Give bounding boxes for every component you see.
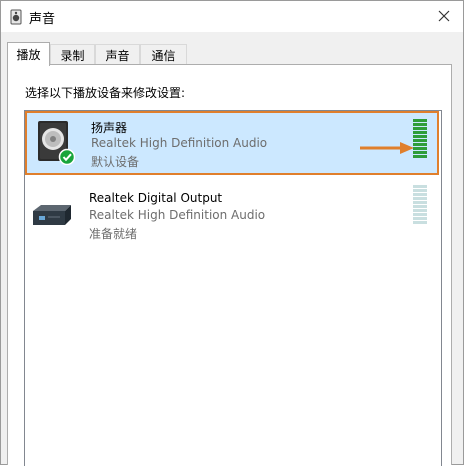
meter-segment — [413, 205, 427, 208]
meter-segment — [413, 217, 427, 220]
meter-segment — [413, 131, 427, 134]
tab-sounds[interactable]: 声音 — [95, 44, 140, 65]
meter-segment — [413, 193, 427, 196]
window-title: 声音 — [29, 12, 56, 27]
volume-meter — [413, 119, 427, 159]
device-item-digital-output[interactable]: Realtek Digital Output Realtek High Defi… — [25, 183, 439, 247]
meter-segment — [413, 135, 427, 138]
instruction-text: 选择以下播放设备来修改设置: — [25, 86, 186, 100]
volume-meter — [413, 185, 427, 225]
device-status: 准备就绪 — [89, 227, 138, 241]
device-driver: Realtek High Definition Audio — [89, 208, 266, 222]
tab-recording[interactable]: 录制 — [50, 44, 95, 65]
sound-dialog: 声音 播放 录制 声音 通信 选择以下播放设备来修改设置: 扬声器 Realte… — [0, 0, 464, 466]
digital-output-icon — [33, 205, 71, 225]
speaker-app-icon — [10, 9, 22, 25]
meter-segment — [413, 189, 427, 192]
device-name: 扬声器 — [91, 121, 128, 135]
close-button[interactable] — [431, 4, 457, 28]
meter-segment — [413, 209, 427, 212]
meter-segment — [413, 143, 427, 146]
tab-playback[interactable]: 播放 — [7, 42, 50, 66]
meter-segment — [413, 127, 427, 130]
tab-communications[interactable]: 通信 — [140, 44, 187, 65]
device-driver: Realtek High Definition Audio — [91, 136, 268, 150]
orange-arrow-icon — [360, 142, 414, 154]
meter-segment — [413, 123, 427, 126]
speaker-icon — [38, 121, 75, 165]
meter-segment — [413, 155, 427, 158]
device-list[interactable]: 扬声器 Realtek High Definition Audio 默认设备 R… — [24, 110, 442, 466]
device-item-speakers[interactable]: 扬声器 Realtek High Definition Audio 默认设备 — [25, 111, 439, 175]
title-bar: 声音 — [1, 1, 463, 32]
meter-segment — [413, 151, 427, 154]
meter-segment — [413, 185, 427, 188]
meter-segment — [413, 147, 427, 150]
playback-panel: 选择以下播放设备来修改设置: 扬声器 Realtek High Definiti… — [7, 64, 452, 466]
meter-segment — [413, 139, 427, 142]
meter-segment — [413, 197, 427, 200]
device-name: Realtek Digital Output — [89, 191, 223, 205]
device-status: 默认设备 — [91, 155, 140, 169]
meter-segment — [413, 213, 427, 216]
meter-segment — [413, 119, 427, 122]
close-icon — [438, 10, 450, 22]
meter-segment — [413, 221, 427, 224]
meter-segment — [413, 201, 427, 204]
